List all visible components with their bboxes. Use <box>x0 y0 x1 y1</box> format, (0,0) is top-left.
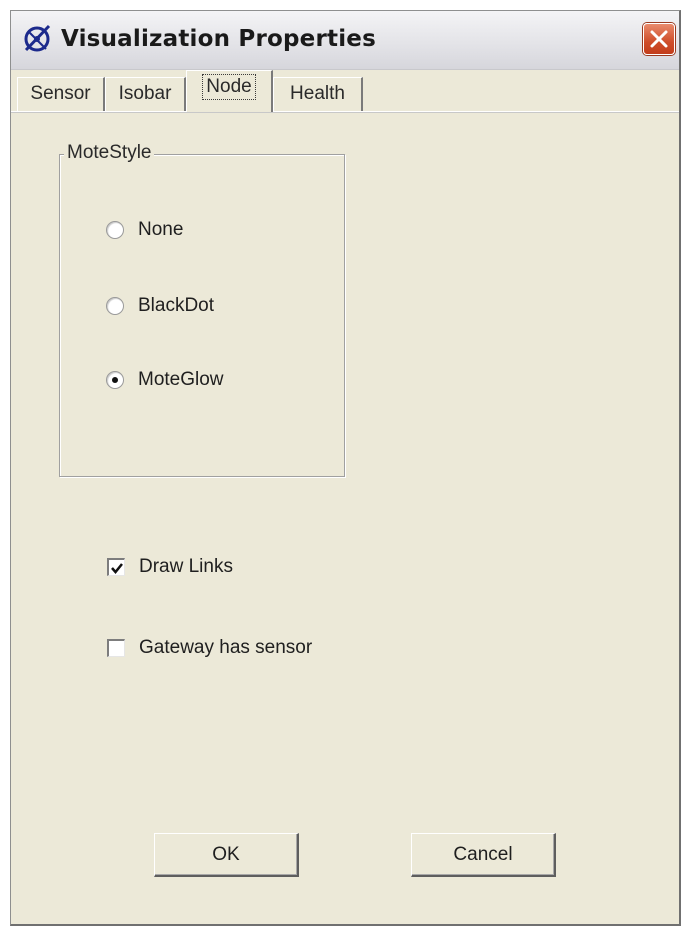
radio-none[interactable]: None <box>106 215 183 245</box>
ok-button[interactable]: OK <box>154 833 299 877</box>
tab-node[interactable]: Node <box>186 70 273 112</box>
radio-button[interactable] <box>106 371 124 389</box>
tab-strip: Sensor Isobar Node Health <box>11 69 679 113</box>
radio-button[interactable] <box>106 221 124 239</box>
checkbox-draw-links[interactable]: Draw Links <box>107 552 233 582</box>
checkbox-label: Gateway has sensor <box>139 637 313 658</box>
radio-moteglow[interactable]: MoteGlow <box>106 365 224 395</box>
radio-button[interactable] <box>106 297 124 315</box>
app-icon[interactable] <box>22 23 52 53</box>
radio-label: MoteGlow <box>138 369 224 390</box>
tab-label: Sensor <box>30 83 91 104</box>
tab-isobar[interactable]: Isobar <box>105 77 186 111</box>
tab-label: Isobar <box>118 83 172 104</box>
radio-label: None <box>138 219 184 240</box>
radio-label: BlackDot <box>138 295 215 316</box>
window-title: Visualization Properties <box>61 26 376 52</box>
tab-baseline <box>11 111 679 113</box>
checkbox[interactable] <box>107 639 125 657</box>
close-icon <box>650 30 668 48</box>
dialog-window: Visualization Properties Sensor Isobar N… <box>10 10 681 926</box>
tab-label: Node <box>202 74 256 100</box>
checkmark-icon <box>111 563 123 574</box>
tab-health[interactable]: Health <box>273 77 363 111</box>
close-button[interactable] <box>643 23 675 55</box>
title-bar[interactable]: Visualization Properties <box>11 11 679 70</box>
checkbox[interactable] <box>107 558 125 576</box>
tab-label: Health <box>290 83 345 104</box>
checkbox-label: Draw Links <box>139 556 233 577</box>
checkbox-gateway-has-sensor[interactable]: Gateway has sensor <box>107 633 312 663</box>
cancel-button[interactable]: Cancel <box>411 833 556 877</box>
groupbox-title: MoteStyle <box>64 142 155 164</box>
radio-blackdot[interactable]: BlackDot <box>106 291 214 321</box>
tab-sensor[interactable]: Sensor <box>17 77 105 111</box>
